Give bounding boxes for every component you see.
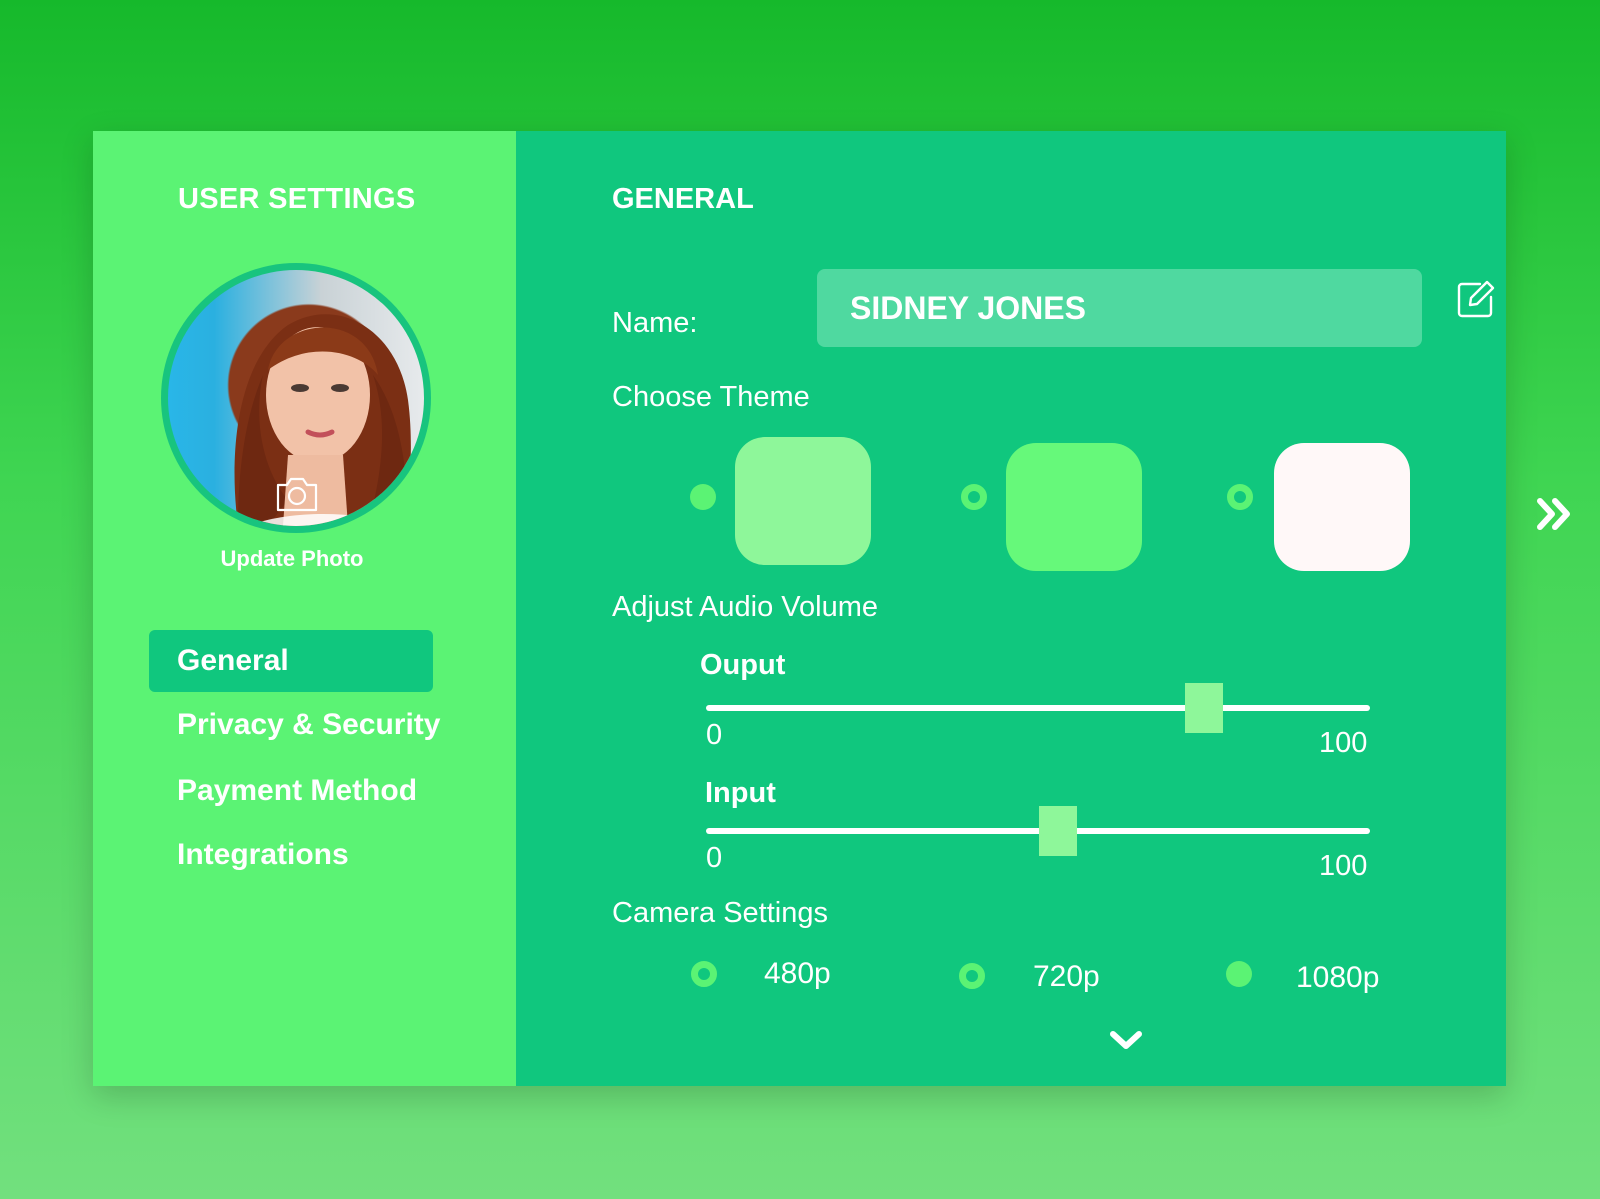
sidebar-item-general[interactable]: General [149,630,433,692]
sidebar-title: USER SETTINGS [178,183,416,215]
camera-radio-1080p[interactable] [1226,961,1252,987]
sidebar-item-payment-method[interactable]: Payment Method [149,760,433,822]
input-slider-thumb[interactable] [1038,806,1077,856]
output-max-label: 100 [1319,727,1368,759]
input-slider-label: Input [705,777,776,809]
input-min-label: 0 [706,842,723,874]
avatar[interactable] [161,263,431,533]
scroll-down-icon[interactable] [1109,1029,1143,1053]
output-slider-label: Ouput [700,649,786,681]
theme-radio-1[interactable] [690,484,716,510]
choose-theme-label: Choose Theme [612,381,810,413]
theme-radio-3[interactable] [1227,484,1253,510]
name-field[interactable] [817,269,1422,347]
camera-radio-720p[interactable] [959,963,985,989]
output-slider-track[interactable] [706,705,1370,711]
theme-swatch-3[interactable] [1274,443,1410,571]
camera-icon[interactable] [274,474,320,514]
settings-card: USER SETTINGS Update Photo General Priva… [93,131,1570,1086]
profile-photo [168,270,424,526]
edit-icon[interactable] [1456,279,1496,319]
audio-volume-label: Adjust Audio Volume [612,591,879,623]
theme-swatch-2[interactable] [1006,443,1142,571]
output-slider-thumb[interactable] [1185,683,1223,733]
camera-option-720p[interactable]: 720p [1033,960,1100,994]
update-photo-link[interactable]: Update Photo [93,546,491,572]
output-min-label: 0 [706,719,723,751]
input-max-label: 100 [1319,850,1368,882]
sidebar-item-integrations[interactable]: Integrations [149,824,433,886]
main-panel: GENERAL Name: Choose Theme Adjust Audio … [516,131,1570,1086]
name-label: Name: [612,307,698,339]
camera-radio-480p[interactable] [691,961,717,987]
camera-settings-label: Camera Settings [612,897,828,929]
camera-option-1080p[interactable]: 1080p [1296,961,1379,995]
section-title: GENERAL [612,183,754,215]
theme-radio-2[interactable] [961,484,987,510]
sidebar: USER SETTINGS Update Photo General Priva… [93,131,516,1086]
more-themes-icon[interactable] [1536,497,1572,531]
theme-swatch-1[interactable] [735,437,871,565]
camera-option-480p[interactable]: 480p [764,957,831,991]
sidebar-item-privacy-security[interactable]: Privacy & Security [149,694,440,756]
